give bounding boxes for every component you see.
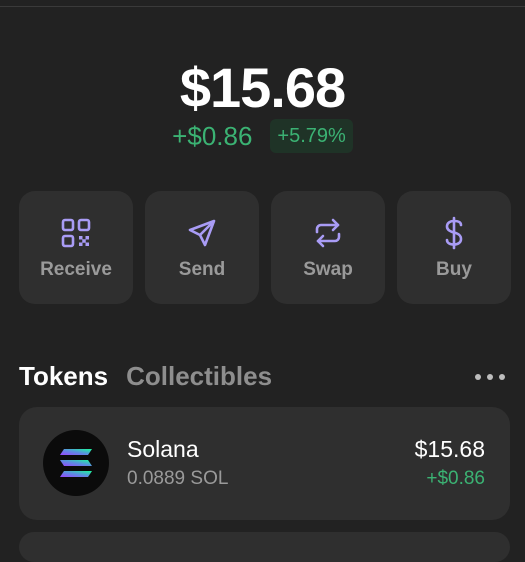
solana-logo-icon xyxy=(43,430,109,496)
token-change: +$0.86 xyxy=(426,468,485,489)
more-dot xyxy=(487,374,493,380)
receive-label: Receive xyxy=(40,259,112,280)
send-label: Send xyxy=(178,259,226,280)
token-amount: 0.0889 SOL xyxy=(127,468,229,489)
more-options-icon[interactable] xyxy=(475,365,505,389)
action-buttons: Receive Send Swap Buy xyxy=(19,191,511,304)
total-balance: $15.68 xyxy=(179,56,346,119)
send-arrow-icon xyxy=(185,216,219,250)
swap-label: Swap xyxy=(303,259,353,280)
more-dot xyxy=(499,374,505,380)
balance-change-percent-badge: +5.79% xyxy=(270,119,353,153)
send-button[interactable]: Send xyxy=(145,191,259,304)
qr-code-icon xyxy=(59,216,93,250)
top-divider xyxy=(0,6,525,7)
token-name: Solana xyxy=(127,436,199,462)
token-value: $15.68 xyxy=(414,436,485,462)
buy-button[interactable]: Buy xyxy=(397,191,511,304)
dollar-icon xyxy=(437,216,471,250)
token-row-next-partial[interactable] xyxy=(19,532,510,562)
tab-collectibles[interactable]: Collectibles xyxy=(126,361,272,392)
balance-change-row: +$0.86 +5.79% xyxy=(0,119,525,153)
swap-arrows-icon xyxy=(311,216,345,250)
more-dot xyxy=(475,374,481,380)
tab-tokens[interactable]: Tokens xyxy=(19,361,108,392)
buy-label: Buy xyxy=(436,259,472,280)
swap-button[interactable]: Swap xyxy=(271,191,385,304)
token-row-solana[interactable]: Solana 0.0889 SOL $15.68 +$0.86 xyxy=(19,407,510,520)
balance-change-amount: +$0.86 xyxy=(172,121,253,151)
asset-tabs: Tokens Collectibles xyxy=(19,361,272,392)
receive-button[interactable]: Receive xyxy=(19,191,133,304)
